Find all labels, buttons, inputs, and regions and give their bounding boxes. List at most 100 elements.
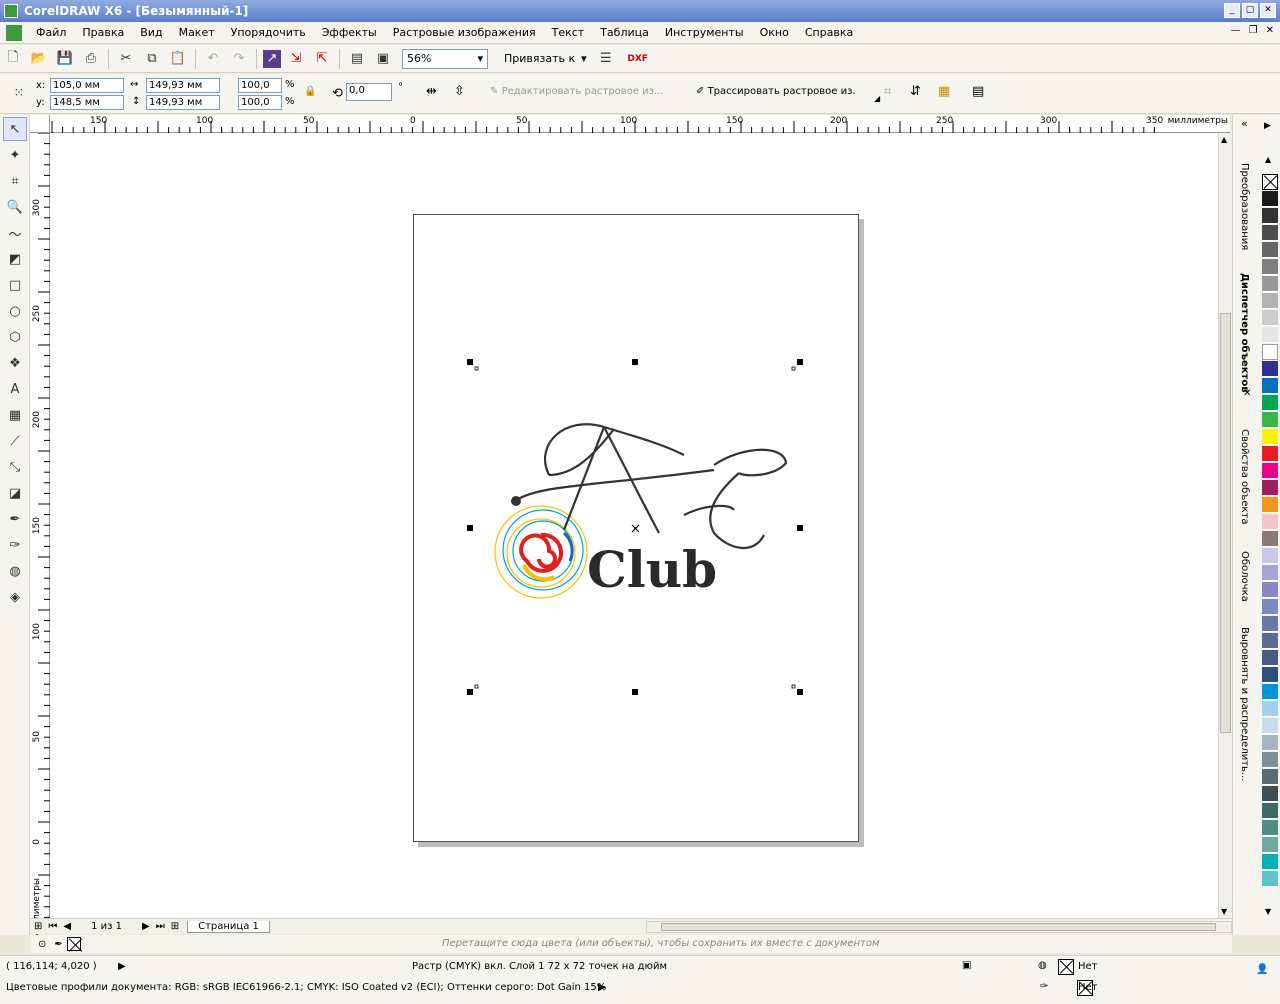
color-swatch[interactable] <box>1262 310 1278 326</box>
color-swatch[interactable] <box>1262 599 1278 615</box>
crop-bitmap-icon[interactable]: ⌗ <box>884 84 891 99</box>
mirror-horizontal-icon[interactable]: ⇹ <box>426 84 437 99</box>
palette-scroll-up-icon[interactable]: ▲ <box>1265 155 1271 164</box>
add-page-before-icon[interactable]: ⊞ <box>34 921 42 932</box>
paste-icon[interactable]: 📋 <box>167 48 189 70</box>
snap-to-menu[interactable]: Привязать к <box>504 52 575 65</box>
undo-icon[interactable]: ↶ <box>202 48 224 70</box>
drawing-canvas[interactable]: Club <box>50 133 1218 918</box>
menu-window[interactable]: Окно <box>752 26 797 39</box>
color-swatch[interactable] <box>1262 378 1278 394</box>
doc-minimize-button[interactable]: — <box>1231 25 1241 36</box>
blend-tool-icon[interactable]: ◪ <box>3 481 27 505</box>
freehand-tool-icon[interactable]: 〜 <box>3 221 27 245</box>
color-swatch[interactable] <box>1262 361 1278 377</box>
palette-menu-icon[interactable]: ⊙ <box>38 939 46 950</box>
color-swatch[interactable] <box>1262 582 1278 598</box>
maximize-button[interactable]: ▢ <box>1242 3 1258 18</box>
vertical-scroll-thumb[interactable] <box>1220 313 1231 733</box>
mirror-vertical-icon[interactable]: ⇳ <box>454 84 465 99</box>
color-swatch[interactable] <box>1262 327 1278 343</box>
collapse-dockers-icon[interactable]: « <box>1241 117 1248 130</box>
vertical-scrollbar[interactable]: ▲ ▼ <box>1218 133 1232 918</box>
zoom-level-select[interactable]: 56% ▾ <box>402 48 488 69</box>
last-page-icon[interactable]: ⏭ <box>156 921 165 932</box>
color-swatch[interactable] <box>1262 735 1278 751</box>
eyedropper-tool-icon[interactable]: ✒ <box>3 507 27 531</box>
rotation-angle-input[interactable]: 0,0 <box>346 83 392 101</box>
color-swatch[interactable] <box>1262 752 1278 768</box>
next-page-icon[interactable]: ▶ <box>142 921 150 932</box>
resample-icon[interactable]: ⇵ <box>910 84 921 99</box>
eyedropper-icon[interactable]: ✒ <box>54 939 62 950</box>
color-swatch[interactable] <box>1262 395 1278 411</box>
close-docker-icon[interactable]: ✕ <box>1243 388 1251 399</box>
color-swatch[interactable] <box>1262 480 1278 496</box>
basic-shapes-tool-icon[interactable]: ❖ <box>3 351 27 375</box>
chevron-down-icon[interactable]: ◢ <box>874 94 880 103</box>
menu-bitmaps[interactable]: Растровые изображения <box>385 26 544 39</box>
menu-table[interactable]: Таблица <box>592 26 657 39</box>
first-page-icon[interactable]: ⏮ <box>48 921 57 932</box>
color-swatch[interactable] <box>1262 276 1278 292</box>
table-tool-icon[interactable]: ▦ <box>3 403 27 427</box>
color-swatch[interactable] <box>1262 871 1278 887</box>
document-icon[interactable] <box>6 24 22 41</box>
doc-restore-button[interactable]: ❐ <box>1249 25 1258 36</box>
ae-club-logo[interactable]: Club <box>414 215 860 843</box>
edit-bitmap-button[interactable]: ✎ Редактировать растровое из... <box>490 86 664 97</box>
new-document-icon[interactable]: 🗋 <box>2 48 24 70</box>
user-account-icon[interactable]: 👤 <box>1256 964 1268 975</box>
bitmap-color-mask-icon[interactable]: ▦ <box>938 84 950 99</box>
color-swatch[interactable] <box>1262 514 1278 530</box>
no-color-swatch[interactable] <box>66 937 81 951</box>
width-input[interactable]: 149,93 мм <box>146 78 220 93</box>
color-swatch[interactable] <box>1262 191 1278 207</box>
close-button[interactable]: ✕ <box>1260 3 1276 18</box>
cut-icon[interactable]: ✂ <box>115 48 137 70</box>
scale-y-input[interactable]: 100,0 <box>238 95 282 110</box>
object-origin-icon[interactable]: ⁙ <box>8 82 30 104</box>
color-swatch[interactable] <box>1262 429 1278 445</box>
zoom-tool-icon[interactable]: 🔍 <box>3 195 27 219</box>
crop-tool-icon[interactable]: ⌗ <box>3 169 27 193</box>
open-folder-icon[interactable]: 📂 <box>28 48 50 70</box>
palette-flyout-icon[interactable]: ▶ <box>1264 121 1271 131</box>
outline-pen-tool-icon[interactable]: ✑ <box>3 533 27 557</box>
color-swatch[interactable] <box>1262 769 1278 785</box>
save-icon[interactable]: 💾 <box>54 48 76 70</box>
add-page-after-icon[interactable]: ⊞ <box>171 921 179 932</box>
text-tool-icon[interactable]: A <box>3 377 27 401</box>
color-swatch[interactable] <box>1262 820 1278 836</box>
color-swatch[interactable] <box>1262 293 1278 309</box>
color-swatch[interactable] <box>1262 463 1278 479</box>
color-swatch[interactable] <box>1262 225 1278 241</box>
chevron-down-icon[interactable]: ▾ <box>581 52 587 65</box>
search-content-icon[interactable]: ↗ <box>263 49 281 68</box>
color-swatch[interactable] <box>1262 531 1278 547</box>
vertical-ruler[interactable]: 300 250 200 150 100 50 0 миллиметры <box>30 133 50 938</box>
menu-arrange[interactable]: Упорядочить <box>223 26 314 39</box>
height-input[interactable]: 149,93 мм <box>146 95 220 110</box>
horizontal-scrollbar[interactable] <box>646 921 1232 933</box>
ruler-origin[interactable] <box>30 115 50 133</box>
color-swatch[interactable] <box>1262 259 1278 275</box>
color-swatch[interactable] <box>1262 548 1278 564</box>
application-launcher-icon[interactable]: ▤ <box>346 48 368 70</box>
docker-tab-transformations[interactable]: Преобразования <box>1239 163 1250 250</box>
color-swatch[interactable] <box>1262 497 1278 513</box>
y-position-input[interactable]: 148,5 мм <box>50 95 124 110</box>
color-swatch[interactable] <box>1262 208 1278 224</box>
color-swatch[interactable] <box>1262 616 1278 632</box>
color-swatch[interactable] <box>1262 412 1278 428</box>
wrap-text-icon[interactable]: ▤ <box>972 84 984 99</box>
menu-help[interactable]: Справка <box>797 26 861 39</box>
scroll-down-arrow[interactable]: ▼ <box>1221 907 1227 916</box>
doc-close-button[interactable]: ✕ <box>1266 25 1274 36</box>
no-color-swatch[interactable] <box>1262 174 1278 190</box>
menu-edit[interactable]: Правка <box>74 26 132 39</box>
color-proof-icon[interactable]: ▣ <box>962 960 971 971</box>
redo-icon[interactable]: ↷ <box>228 48 250 70</box>
menu-view[interactable]: Вид <box>132 26 170 39</box>
horizontal-scroll-thumb[interactable] <box>661 923 1216 931</box>
